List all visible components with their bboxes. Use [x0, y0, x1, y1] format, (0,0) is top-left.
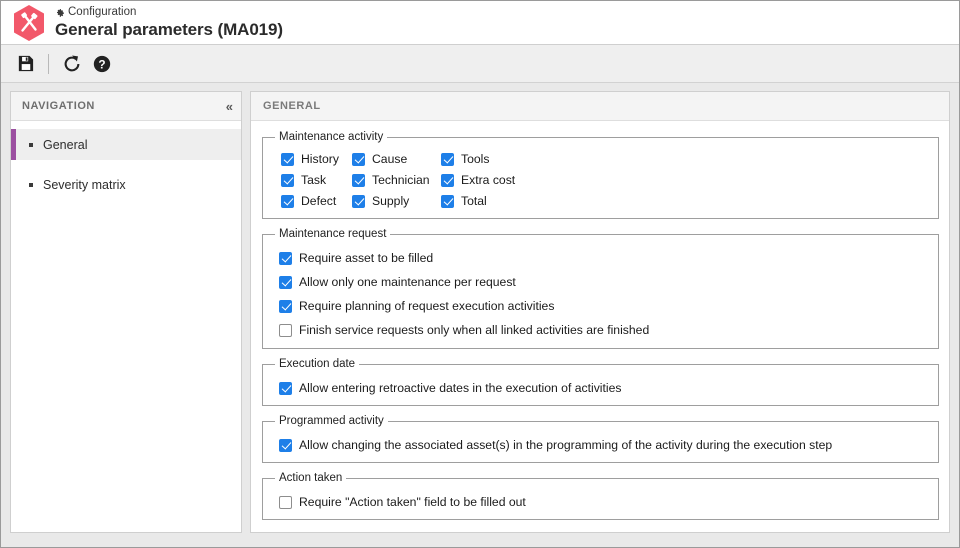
- group-legend: Maintenance activity: [279, 131, 384, 143]
- checkbox-label: Task: [301, 173, 327, 187]
- toolbar-separator: [48, 53, 49, 74]
- breadcrumb: Configuration: [55, 7, 283, 19]
- checkbox-require-planning[interactable]: [279, 299, 292, 313]
- group-action-taken: Action taken Require "Action taken" fiel…: [262, 472, 939, 520]
- checkbox-row-defect[interactable]: Defect: [281, 194, 352, 208]
- bullet-icon: [29, 142, 33, 147]
- checkbox-grid: History Cause Tools Task Technician Extr…: [273, 149, 928, 210]
- checkbox-stack: Allow changing the associated asset(s) i…: [273, 433, 928, 454]
- checkbox-label: Require asset to be filled: [299, 251, 434, 265]
- content-body: Maintenance activity History Cause Tools…: [251, 121, 949, 532]
- sidebar-item-general[interactable]: General: [11, 129, 241, 160]
- breadcrumb-label: Configuration: [68, 6, 137, 19]
- bullet-icon: [29, 182, 33, 187]
- sidebar-item-severity-matrix[interactable]: Severity matrix: [11, 169, 241, 200]
- checkbox-row-tools[interactable]: Tools: [441, 152, 928, 166]
- question-circle-icon: ?: [93, 55, 111, 72]
- checkbox-row-technician[interactable]: Technician: [352, 173, 441, 187]
- group-legend: Execution date: [279, 358, 356, 370]
- navigation-panel: NAVIGATION « General Severity matrix: [10, 91, 242, 533]
- checkbox-row-history[interactable]: History: [281, 152, 352, 166]
- refresh-icon: [64, 54, 80, 71]
- double-chevron-left-icon[interactable]: «: [226, 100, 233, 113]
- sidebar-item-label: Severity matrix: [43, 177, 126, 192]
- checkbox-row-require-action-taken[interactable]: Require "Action taken" field to be fille…: [279, 495, 928, 509]
- checkbox-technician[interactable]: [352, 173, 365, 187]
- checkbox-label: Tools: [461, 152, 490, 166]
- title-bar: Configuration General parameters (MA019): [1, 1, 959, 45]
- hexagon-tools-icon: [11, 3, 47, 43]
- checkbox-finish-service-requests[interactable]: [279, 323, 292, 337]
- checkbox-history[interactable]: [281, 152, 294, 166]
- group-maintenance-activity: Maintenance activity History Cause Tools…: [262, 131, 939, 219]
- checkbox-label: Allow only one maintenance per request: [299, 275, 516, 289]
- navigation-list: General Severity matrix: [11, 121, 241, 200]
- checkbox-label: Allow entering retroactive dates in the …: [299, 381, 622, 395]
- gear-icon: [57, 9, 64, 17]
- page-title: General parameters (MA019): [55, 19, 283, 39]
- help-button[interactable]: ?: [87, 49, 117, 79]
- group-legend: Programmed activity: [279, 415, 384, 427]
- checkbox-row-extra-cost[interactable]: Extra cost: [441, 173, 928, 187]
- checkbox-one-maintenance[interactable]: [279, 275, 292, 289]
- checkbox-row-supply[interactable]: Supply: [352, 194, 441, 208]
- checkbox-defect[interactable]: [281, 194, 294, 208]
- checkbox-row-retroactive-dates[interactable]: Allow entering retroactive dates in the …: [279, 381, 928, 395]
- group-maintenance-request: Maintenance request Require asset to be …: [262, 228, 939, 349]
- save-button[interactable]: [10, 49, 40, 79]
- checkbox-require-asset[interactable]: [279, 251, 292, 265]
- checkbox-label: Total: [461, 194, 487, 208]
- checkbox-change-associated-asset[interactable]: [279, 438, 292, 452]
- checkbox-label: History: [301, 152, 339, 166]
- content-header-title: GENERAL: [263, 100, 321, 112]
- checkbox-stack: Allow entering retroactive dates in the …: [273, 376, 928, 397]
- checkbox-label: Cause: [372, 152, 408, 166]
- checkbox-row-cause[interactable]: Cause: [352, 152, 441, 166]
- toolbar: ?: [1, 45, 959, 83]
- application-window: Configuration General parameters (MA019): [0, 0, 960, 548]
- checkbox-require-action-taken[interactable]: [279, 495, 292, 509]
- checkbox-stack: Require asset to be filled Allow only on…: [273, 246, 928, 340]
- group-legend: Maintenance request: [279, 228, 387, 240]
- content-header: GENERAL: [251, 92, 949, 121]
- checkbox-tools[interactable]: [441, 152, 454, 166]
- body-area: NAVIGATION « General Severity matrix GEN…: [1, 83, 959, 533]
- checkbox-row-total[interactable]: Total: [441, 194, 928, 208]
- checkbox-label: Technician: [372, 173, 430, 187]
- content-panel: GENERAL Maintenance activity History Cau…: [250, 91, 950, 533]
- checkbox-extra-cost[interactable]: [441, 173, 454, 187]
- group-execution-date: Execution date Allow entering retroactiv…: [262, 358, 939, 406]
- checkbox-row-finish-service-requests[interactable]: Finish service requests only when all li…: [279, 323, 928, 337]
- checkbox-label: Defect: [301, 194, 337, 208]
- checkbox-task[interactable]: [281, 173, 294, 187]
- footer-strip: [1, 533, 959, 547]
- checkbox-supply[interactable]: [352, 194, 365, 208]
- group-programmed-activity: Programmed activity Allow changing the a…: [262, 415, 939, 463]
- checkbox-cause[interactable]: [352, 152, 365, 166]
- group-legend: Action taken: [279, 472, 343, 484]
- checkbox-row-change-associated-asset[interactable]: Allow changing the associated asset(s) i…: [279, 438, 928, 452]
- navigation-header: NAVIGATION «: [11, 92, 241, 121]
- navigation-header-title: NAVIGATION: [22, 100, 95, 112]
- checkbox-label: Allow changing the associated asset(s) i…: [299, 438, 833, 452]
- checkbox-row-task[interactable]: Task: [281, 173, 352, 187]
- checkbox-row-require-planning[interactable]: Require planning of request execution ac…: [279, 299, 928, 313]
- floppy-disk-icon: [18, 55, 33, 72]
- checkbox-label: Extra cost: [461, 173, 516, 187]
- refresh-button[interactable]: [57, 49, 87, 79]
- checkbox-row-one-maintenance[interactable]: Allow only one maintenance per request: [279, 275, 928, 289]
- checkbox-row-require-asset[interactable]: Require asset to be filled: [279, 251, 928, 265]
- svg-text:?: ?: [98, 57, 105, 71]
- title-text-block: Configuration General parameters (MA019): [55, 7, 283, 38]
- checkbox-label: Supply: [372, 194, 410, 208]
- checkbox-retroactive-dates[interactable]: [279, 381, 292, 395]
- checkbox-total[interactable]: [441, 194, 454, 208]
- checkbox-label: Finish service requests only when all li…: [299, 323, 650, 337]
- sidebar-item-label: General: [43, 137, 88, 152]
- checkbox-label: Require planning of request execution ac…: [299, 299, 555, 313]
- checkbox-label: Require "Action taken" field to be fille…: [299, 495, 526, 509]
- checkbox-stack: Require "Action taken" field to be fille…: [273, 490, 928, 511]
